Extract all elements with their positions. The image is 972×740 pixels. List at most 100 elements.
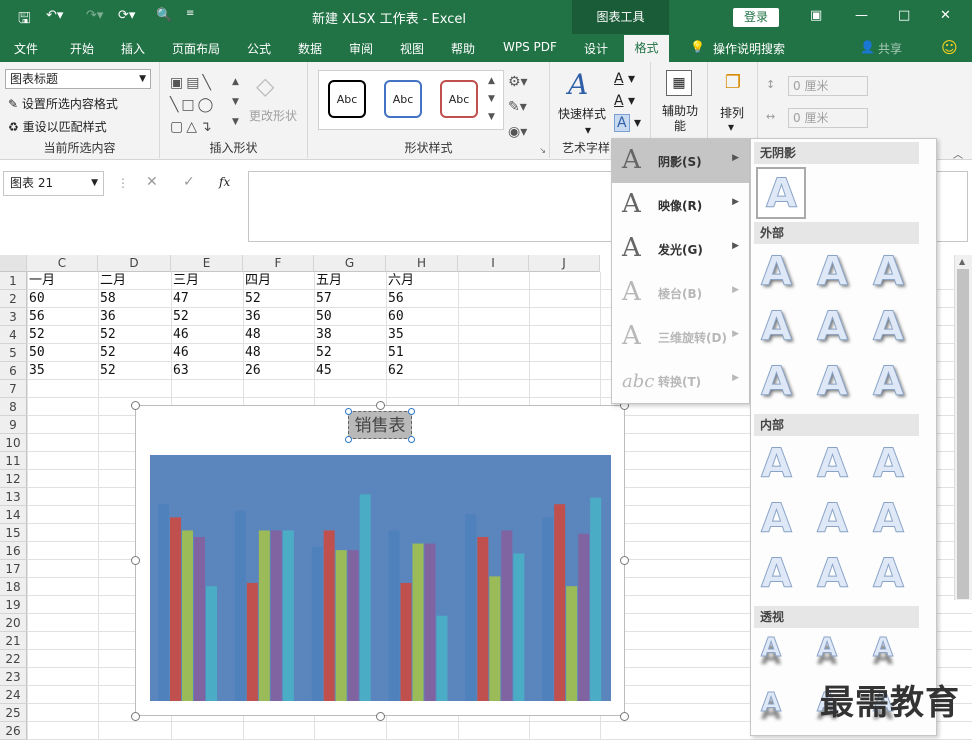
row-header[interactable]: 25 xyxy=(0,704,27,722)
row-header[interactable]: 4 xyxy=(0,326,27,344)
row-header[interactable]: 6 xyxy=(0,362,27,380)
row-header[interactable]: 5 xyxy=(0,344,27,362)
menu-item-glow[interactable]: A 发光(G) ▶ xyxy=(612,227,749,271)
column-header[interactable]: G xyxy=(314,255,386,272)
chevron-down-icon[interactable]: ▾ xyxy=(585,123,591,137)
formula-bar-handle[interactable]: ⋮ xyxy=(117,176,129,190)
row-header[interactable]: 17 xyxy=(0,560,27,578)
name-box[interactable]: 图表 21 ▼ xyxy=(3,171,104,196)
tab-format[interactable]: 格式 xyxy=(624,35,669,62)
table-cell[interactable]: 46 xyxy=(171,326,243,344)
table-cell[interactable]: 36 xyxy=(98,308,171,326)
table-cell[interactable]: 52 xyxy=(243,290,314,308)
table-cell[interactable]: 60 xyxy=(27,290,98,308)
chart-bar[interactable] xyxy=(513,553,525,701)
shadow-option-icon[interactable]: A xyxy=(873,551,905,598)
table-cell[interactable]: 52 xyxy=(27,326,98,344)
tab-page-layout[interactable]: 页面布局 xyxy=(172,40,220,57)
menu-item-reflection[interactable]: A 映像(R) ▶ xyxy=(612,183,749,227)
row-header[interactable]: 16 xyxy=(0,542,27,560)
plot-area[interactable] xyxy=(150,455,611,701)
table-cell[interactable]: 58 xyxy=(98,290,171,308)
chart-bar[interactable] xyxy=(412,543,424,701)
resize-handle[interactable] xyxy=(131,401,140,410)
chart-bar[interactable] xyxy=(388,530,400,701)
shadow-option-icon[interactable]: A xyxy=(761,304,793,351)
column-header[interactable]: E xyxy=(171,255,243,272)
shadow-option-icon[interactable]: A xyxy=(817,441,849,488)
shadow-option-icon[interactable]: A xyxy=(873,249,905,296)
redo-icon[interactable]: ↷▾ xyxy=(86,8,103,23)
share-icon[interactable]: 👤 xyxy=(860,40,875,54)
table-cell[interactable]: 52 xyxy=(314,344,386,362)
chart-bar[interactable] xyxy=(436,615,448,701)
chart-bar[interactable] xyxy=(400,582,412,701)
shadow-option-icon[interactable]: A xyxy=(817,249,849,296)
shape-style-red[interactable]: Abc xyxy=(440,80,478,118)
row-header[interactable]: 8 xyxy=(0,398,27,416)
column-header[interactable]: H xyxy=(386,255,458,272)
tab-design[interactable]: 设计 xyxy=(584,40,608,57)
insert-function-icon[interactable]: fx xyxy=(219,175,230,189)
chart-bar[interactable] xyxy=(489,576,501,701)
row-header[interactable]: 26 xyxy=(0,722,27,740)
chart-bar[interactable] xyxy=(282,530,294,701)
chart-bar[interactable] xyxy=(258,530,270,701)
tab-insert[interactable]: 插入 xyxy=(121,40,145,57)
shapes-scroll[interactable]: ▲ ▼ ▼ xyxy=(232,72,239,132)
table-cell[interactable]: 52 xyxy=(98,362,171,380)
chart-bar[interactable] xyxy=(347,550,359,701)
chart-bar[interactable] xyxy=(194,537,205,701)
change-shape-label[interactable]: 更改形状 xyxy=(249,107,297,124)
tab-data[interactable]: 数据 xyxy=(298,40,322,57)
shadow-option-icon[interactable]: A xyxy=(873,441,905,488)
row-header[interactable]: 13 xyxy=(0,488,27,506)
tab-review[interactable]: 审阅 xyxy=(349,40,373,57)
tab-help[interactable]: 帮助 xyxy=(451,40,475,57)
customize-toolbar-icon[interactable]: ≡ xyxy=(186,8,194,19)
row-header[interactable]: 10 xyxy=(0,434,27,452)
tell-me-search[interactable]: 操作说明搜索 xyxy=(713,40,785,57)
title-handle[interactable] xyxy=(345,436,352,443)
shadow-option-icon[interactable]: A xyxy=(873,304,905,351)
chart-element-dropdown[interactable]: 图表标题 ▼ xyxy=(5,69,151,89)
shape-fill-outline-effects[interactable]: ⚙▾ ✎▾ ◉▾ xyxy=(508,70,528,145)
shadow-option-icon[interactable]: A xyxy=(873,359,905,406)
chart-bar[interactable] xyxy=(335,550,347,701)
chart-bar[interactable] xyxy=(542,517,554,701)
shadow-option-icon[interactable]: A xyxy=(872,633,893,664)
chart-bar[interactable] xyxy=(158,504,169,701)
column-header[interactable]: J xyxy=(529,255,600,272)
row-header[interactable]: 20 xyxy=(0,614,27,632)
table-cell[interactable]: 50 xyxy=(314,308,386,326)
ribbon-display-icon[interactable]: ▣ xyxy=(810,8,822,23)
accessibility-button[interactable]: 辅助功能 xyxy=(660,104,700,134)
tab-formulas[interactable]: 公式 xyxy=(247,40,271,57)
menu-item-shadow[interactable]: A 阴影(S) ▶ xyxy=(612,139,749,183)
chart-bar[interactable] xyxy=(182,530,193,701)
title-handle[interactable] xyxy=(408,436,415,443)
column-header[interactable]: C xyxy=(27,255,98,272)
resize-handle[interactable] xyxy=(376,401,385,410)
table-cell[interactable]: 五月 xyxy=(314,272,386,290)
tab-file[interactable]: 文件 xyxy=(14,40,38,57)
tab-view[interactable]: 视图 xyxy=(400,40,424,57)
height-input[interactable]: 0 厘米 xyxy=(788,76,868,96)
chart-bar[interactable] xyxy=(554,504,566,701)
column-header[interactable]: D xyxy=(98,255,171,272)
table-cell[interactable]: 47 xyxy=(171,290,243,308)
title-handle[interactable] xyxy=(345,408,352,415)
table-cell[interactable]: 63 xyxy=(171,362,243,380)
shadow-option-icon[interactable]: A xyxy=(816,633,837,664)
table-cell[interactable]: 56 xyxy=(386,290,458,308)
chart-bar[interactable] xyxy=(170,517,181,701)
chart-bar[interactable] xyxy=(566,586,578,701)
table-cell[interactable]: 56 xyxy=(27,308,98,326)
shadow-option-icon[interactable]: A xyxy=(761,441,793,488)
table-cell[interactable]: 52 xyxy=(98,326,171,344)
table-cell[interactable]: 50 xyxy=(27,344,98,362)
scrollbar-thumb[interactable] xyxy=(957,269,969,599)
row-header[interactable]: 14 xyxy=(0,506,27,524)
table-cell[interactable]: 48 xyxy=(243,344,314,362)
chevron-down-icon[interactable]: ▼ xyxy=(91,172,98,195)
